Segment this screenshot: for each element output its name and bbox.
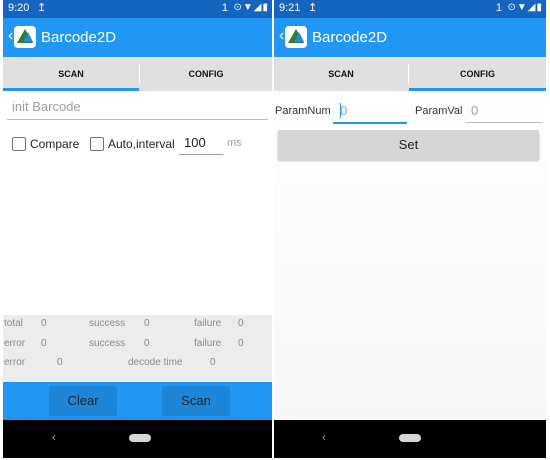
- status-icons: ⊙▼◢▮: [233, 2, 269, 13]
- param-num-input[interactable]: 0: [340, 103, 347, 118]
- scan-screen: 9:20 ↥ 1 ⊙▼◢▮ ‹ Barcode2D SCAN CONFIG in…: [3, 0, 272, 458]
- param-val-label: ParamVal: [415, 105, 463, 117]
- status-time: 9:20: [8, 2, 30, 14]
- clear-button[interactable]: Clear: [49, 386, 117, 416]
- tab-bar: SCAN CONFIG: [3, 57, 272, 91]
- param-num-label: ParamNum: [275, 105, 331, 117]
- stat-decode-label: decode time: [128, 357, 183, 368]
- stat-error-label: error: [4, 338, 26, 349]
- tab-scan[interactable]: SCAN: [3, 57, 139, 91]
- stat-error-value: 0: [41, 338, 47, 349]
- notification-count: 1: [221, 2, 228, 14]
- app-logo-icon: [14, 26, 36, 48]
- stat-success-label: success: [89, 318, 126, 329]
- stat-error3-value: 0: [57, 357, 63, 368]
- status-bar: 9:21 ↥ 1 ⊙▼◢▮: [274, 0, 546, 18]
- nav-home-icon[interactable]: [399, 434, 421, 442]
- tab-bar: SCAN CONFIG: [274, 57, 546, 91]
- back-arrow-icon[interactable]: ‹: [279, 27, 284, 45]
- set-button[interactable]: Set: [278, 130, 539, 160]
- app-bar: ‹ Barcode2D: [274, 18, 546, 57]
- app-bar: ‹ Barcode2D: [3, 18, 272, 57]
- auto-interval-label: Auto,interval: [108, 137, 175, 151]
- back-arrow-icon[interactable]: ‹: [8, 27, 13, 45]
- nav-back-icon[interactable]: ‹: [322, 430, 326, 444]
- status-time: 9:21: [279, 2, 301, 14]
- nav-bar: ‹: [274, 420, 546, 458]
- stat-total-value: 0: [41, 318, 47, 329]
- stat-failure2-value: 0: [238, 338, 244, 349]
- stat-error3-label: error: [4, 357, 26, 368]
- param-val-underline: [466, 122, 542, 123]
- interval-unit: ms: [227, 137, 242, 149]
- upload-icon: ↥: [308, 2, 318, 14]
- nav-bar: ‹: [3, 420, 272, 458]
- action-bar: Clear Scan: [3, 382, 272, 420]
- interval-input[interactable]: 100: [184, 135, 206, 150]
- stat-failure2-label: failure: [194, 338, 222, 349]
- status-bar: 9:20 ↥ 1 ⊙▼◢▮: [3, 0, 272, 18]
- app-title: Barcode2D: [312, 29, 388, 46]
- text-cursor: [340, 103, 341, 118]
- tab-config[interactable]: CONFIG: [140, 57, 272, 91]
- config-screen: 9:21 ↥ 1 ⊙▼◢▮ ‹ Barcode2D SCAN CONFIG Pa…: [274, 0, 546, 458]
- nav-home-icon[interactable]: [129, 434, 151, 442]
- status-icons: ⊙▼◢▮: [507, 2, 543, 13]
- init-barcode-field[interactable]: init Barcode: [12, 99, 81, 114]
- stat-success2-label: success: [89, 338, 126, 349]
- stats-panel: total 0 success 0 failure 0 error 0 succ…: [3, 315, 272, 382]
- notification-count: 1: [495, 2, 502, 14]
- app-logo-icon: [285, 26, 307, 48]
- stat-failure-value: 0: [238, 318, 244, 329]
- param-val-input[interactable]: 0: [471, 103, 478, 118]
- compare-label: Compare: [30, 137, 80, 151]
- tab-scan[interactable]: SCAN: [274, 57, 408, 91]
- compare-checkbox[interactable]: [12, 137, 26, 151]
- auto-interval-checkbox[interactable]: [90, 137, 104, 151]
- interval-underline: [179, 154, 223, 155]
- stat-decode-value: 0: [210, 357, 216, 368]
- app-title: Barcode2D: [41, 29, 117, 46]
- param-num-underline: [333, 122, 407, 124]
- stat-success-value: 0: [144, 318, 150, 329]
- stat-success2-value: 0: [144, 338, 150, 349]
- init-barcode-underline: [7, 119, 268, 120]
- stat-failure-label: failure: [194, 318, 222, 329]
- upload-icon: ↥: [37, 2, 47, 14]
- tab-config[interactable]: CONFIG: [409, 57, 546, 91]
- nav-back-icon[interactable]: ‹: [52, 430, 56, 444]
- stat-total-label: total: [4, 318, 23, 329]
- scan-button[interactable]: Scan: [162, 386, 230, 416]
